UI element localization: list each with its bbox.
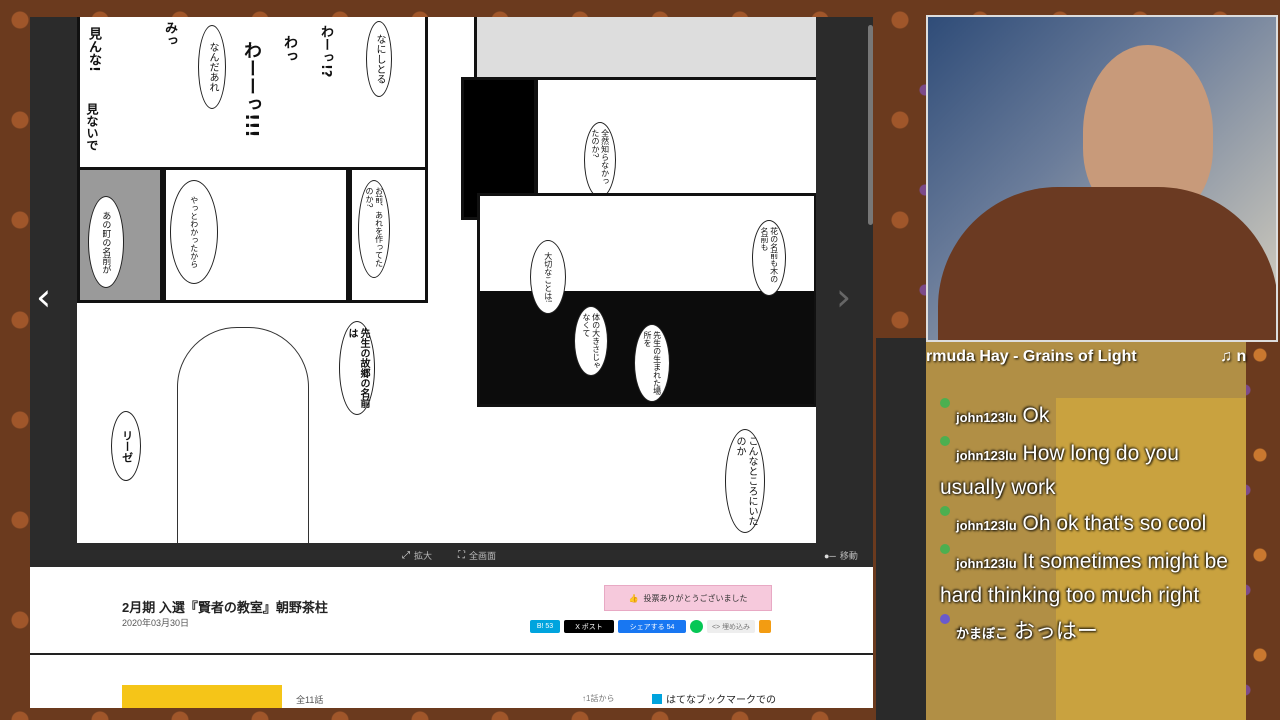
speech-bubble: なんだあれ: [198, 25, 226, 109]
facebook-share-button[interactable]: シェアする 54: [618, 620, 686, 633]
manga-page: みっ わっ わーっ!? わーーっ!!! 見んな! 見ないで なんだあれ なにしと…: [77, 17, 816, 543]
move-label: 移動: [839, 551, 858, 561]
chat-username: かまぼこ: [956, 626, 1009, 641]
article-date: 2020年03月30日: [122, 618, 190, 628]
bookmark-label: はてなブックマークでの: [666, 695, 776, 706]
hatena-icon: B!: [536, 623, 546, 630]
character-drawing: [177, 327, 309, 543]
chat-message: john123lu How long do you usually work: [940, 436, 1240, 504]
episode-list: 全11話 ↑1話から はてなブックマークでの: [30, 655, 873, 708]
browser-window: みっ わっ わーっ!? わーーっ!!! 見んな! 見ないで なんだあれ なにしと…: [30, 17, 873, 708]
article-info: 2月期 入選『賢者の教室』朝野茶柱 2020年03月30日 👍 投票ありがとうご…: [30, 567, 873, 655]
manga-sfx: 見ないで: [85, 103, 99, 151]
speech-bubble: 先生の生まれた場所を: [634, 324, 670, 402]
speech-bubble: 花の名前も木の名前も: [752, 220, 786, 296]
manga-panel: 先生の故郷の名前は リーゼ: [77, 307, 472, 543]
viewer-toolbar: ⤢ 拡大 ⛶ 全画面 ●─ 移動: [30, 543, 873, 567]
manga-sfx: わーっ!?: [318, 25, 333, 78]
chat-message: john123lu Oh ok that's so cool: [940, 506, 1240, 542]
speech-bubble: リーゼ: [111, 411, 141, 481]
manga-panel: やっとわかったから: [163, 167, 349, 303]
hatena-bookmark-section: はてなブックマークでの: [652, 691, 776, 706]
fullscreen-button[interactable]: ⛶ 全画面: [458, 549, 496, 562]
slider-icon: ●─: [824, 550, 836, 561]
manga-sfx: みっ: [162, 21, 177, 47]
episode-thumbnail[interactable]: [122, 685, 282, 708]
speech-bubble: あの町の名前が: [88, 196, 124, 288]
manga-panel: 花の名前も木の名前も 大切なことは! 先生の生まれた場所を 体の大きさじゃなくて: [477, 193, 816, 407]
manga-panel: [474, 17, 816, 80]
speech-bubble: 大切なことは!: [530, 240, 566, 314]
chat-username: john123lu: [956, 410, 1017, 425]
bookmark-icon: [652, 693, 662, 704]
now-playing: rmuda Hay - Grains of Light ♫ n: [926, 348, 1256, 366]
manga-panel: みっ わっ わーっ!? わーーっ!!! 見んな! 見ないで なんだあれ なにしと…: [77, 17, 428, 170]
vote-label: 投票ありがとうございました: [643, 593, 748, 603]
hatena-count: 53: [545, 623, 554, 630]
manga-panel: 全然知らなかったのか?: [535, 77, 816, 199]
zoom-button[interactable]: ⤢ 拡大: [402, 549, 432, 562]
manga-sfx: わーーっ!!!: [241, 41, 262, 138]
speech-bubble: こんなところにいたのか: [725, 429, 765, 533]
embed-button[interactable]: <> 埋め込み: [707, 620, 755, 633]
rss-icon[interactable]: [759, 620, 771, 633]
manga-panel: お前、あれを作ってたのか?: [349, 167, 428, 303]
user-badge-icon: [940, 436, 950, 446]
user-badge-icon: [940, 614, 950, 624]
vote-button[interactable]: 👍 投票ありがとうございました: [604, 585, 772, 611]
manga-sfx: 見んな!: [86, 27, 101, 72]
chat-text: おっはー: [1013, 620, 1098, 643]
fullscreen-icon: ⛶: [458, 550, 465, 561]
user-badge-icon: [940, 398, 950, 408]
now-playing-title: rmuda Hay - Grains of Light: [926, 348, 1137, 365]
expand-icon: ⤢: [402, 550, 410, 561]
user-badge-icon: [940, 544, 950, 554]
background-shelf: [876, 338, 926, 720]
next-page-arrow[interactable]: ›: [836, 275, 851, 319]
chat-message: john123lu It sometimes might be hard thi…: [940, 544, 1240, 612]
manga-viewer[interactable]: みっ わっ わーっ!? わーーっ!!! 見んな! 見ないで なんだあれ なにしと…: [30, 17, 873, 567]
speech-bubble: 全然知らなかったのか?: [584, 122, 616, 198]
hatena-share-button[interactable]: B! 53: [530, 620, 560, 633]
zoom-label: 拡大: [414, 551, 433, 561]
move-slider[interactable]: ●─ 移動: [824, 549, 858, 562]
scrollbar[interactable]: [868, 25, 873, 225]
fullscreen-label: 全画面: [469, 551, 497, 561]
chat-message: john123lu Ok: [940, 398, 1240, 434]
speech-bubble: 先生の故郷の名前は: [339, 321, 375, 415]
user-badge-icon: [940, 506, 950, 516]
line-share-button[interactable]: [690, 620, 703, 633]
chat-username: john123lu: [956, 556, 1017, 571]
speech-bubble: 体の大きさじゃなくて: [574, 306, 608, 376]
manga-panel: あの町の名前が: [77, 167, 163, 303]
x-post-button[interactable]: X ポスト: [564, 620, 614, 633]
chat-username: john123lu: [956, 448, 1017, 463]
chat-overlay: john123lu Ok john123lu How long do you u…: [940, 398, 1240, 654]
chat-message: かまぼこ おっはー: [940, 614, 1240, 650]
music-note-icon: ♫ n: [1220, 348, 1247, 365]
webcam-feed: [926, 15, 1278, 342]
speech-bubble: やっとわかったから: [170, 180, 218, 284]
speech-bubble: お前、あれを作ってたのか?: [358, 180, 390, 278]
streamer-sweater: [938, 187, 1276, 340]
speech-bubble: なにしとる: [366, 21, 392, 97]
chat-text: Oh ok that's so cool: [1022, 512, 1207, 535]
sort-order-button[interactable]: ↑1話から: [582, 693, 614, 704]
prev-page-arrow[interactable]: ‹: [36, 275, 51, 319]
episode-count: 全11話: [296, 695, 324, 705]
thumbs-up-icon: 👍: [628, 593, 639, 603]
chat-username: john123lu: [956, 518, 1017, 533]
manga-sfx: わっ: [282, 35, 298, 63]
chat-text: Ok: [1022, 404, 1050, 427]
article-title: 2月期 入選『賢者の教室』朝野茶柱: [122, 600, 328, 615]
